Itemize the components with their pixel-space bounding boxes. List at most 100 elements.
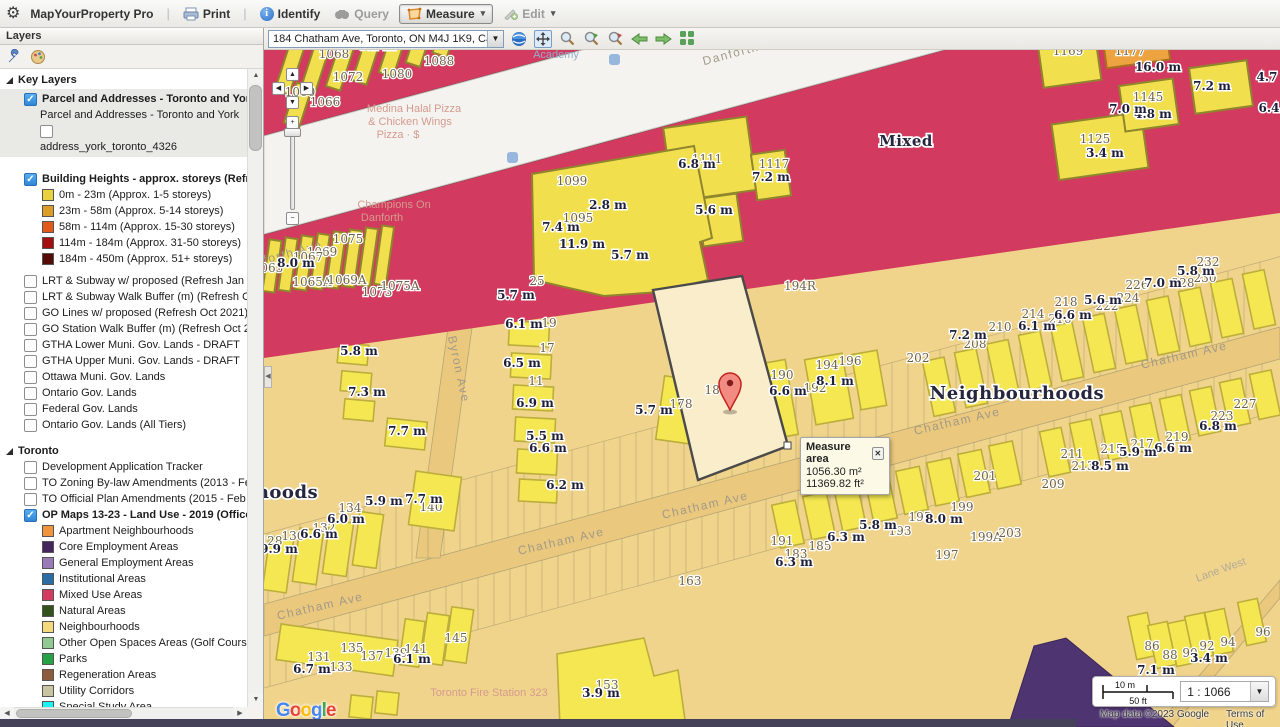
building-height-label: 6.3 m [775,555,813,569]
building-height-label: 3.9 m [582,686,620,700]
pan-down-button[interactable]: ▼ [286,96,299,109]
parcel-number-label: 1099 [557,174,588,188]
transit-icon [507,152,518,163]
address-select[interactable]: 184 Chatham Ave, Toronto, ON M4J 1K9, Ca… [268,30,504,48]
pan-tool-icon[interactable] [534,30,552,48]
panel-horizontal-scrollbar[interactable]: ◀ ▶ [0,707,247,719]
building-height-label: 6.6 m [769,384,807,398]
layer-checkbox[interactable] [24,461,37,474]
palette-icon[interactable] [30,49,46,65]
panel-collapse-arrow[interactable]: ◀ [264,366,272,388]
layer-checkbox[interactable] [24,307,37,320]
parcel-number-label: 1125 [1080,132,1111,146]
app-toolbar: ⚙ MapYourProperty Pro | Print | i Identi… [0,0,1280,28]
chevron-down-icon[interactable]: ▼ [1250,682,1268,701]
layer-checkbox[interactable] [24,493,37,506]
sublayer-checkbox-row[interactable] [0,123,247,139]
panel-vertical-scrollbar[interactable]: ▲ ▼ [247,69,263,707]
layer-item[interactable]: Ontario Gov. Lands [0,385,247,401]
scale-ratio-select[interactable]: 1 : 1066 ▼ [1180,681,1269,702]
zoom-out-tool-icon[interactable] [606,30,624,48]
pan-right-button[interactable]: ▶ [300,82,313,95]
building-height-label: 6.6 m [300,527,338,541]
measure-vertex-handle[interactable] [784,442,791,449]
wrench-icon[interactable] [6,49,22,65]
scroll-up-icon[interactable]: ▲ [249,69,263,83]
layer-checkbox[interactable] [40,125,53,138]
zoom-out-button[interactable]: − [286,212,299,225]
layer-item[interactable]: LRT & Subway Walk Buffer (m) (Refresh Oc… [0,289,247,305]
parcel-number-label: 86 [1144,639,1159,653]
building-height-label: 5.9 m [1119,445,1157,459]
layer-item[interactable]: ✓OP Maps 13-23 - Land Use - 2019 (Office… [0,507,247,523]
parcel-number-label: 190 [771,368,794,382]
scroll-down-icon[interactable]: ▼ [249,693,263,707]
layer-item[interactable]: Ottawa Muni. Gov. Lands [0,369,247,385]
edit-button[interactable]: Edit▾ [499,5,559,23]
google-earth-icon[interactable] [510,30,528,48]
layer-checkbox[interactable] [24,355,37,368]
layer-checkbox[interactable] [24,339,37,352]
zoom-slider-track[interactable] [290,132,295,210]
measure-button[interactable]: Measure▾ [399,4,493,24]
layer-item[interactable]: Development Application Tracker [0,459,247,475]
layer-item[interactable]: ✓Parcel and Addresses - Toronto and York… [0,91,247,107]
parcel-number-label: 227 [1234,397,1257,411]
terms-of-use-link[interactable]: Terms of Use [1226,709,1280,727]
building-height-label: 2.8 m [589,198,627,212]
layer-checkbox[interactable] [24,291,37,304]
measure-popup-title: Measure area [806,441,872,465]
layer-item[interactable]: GTHA Lower Muni. Gov. Lands - DRAFT [0,337,247,353]
layer-checkbox[interactable] [24,477,37,490]
building-height-label: 11.9 m [559,237,605,251]
zoom-in-tool-icon[interactable] [582,30,600,48]
query-button[interactable]: Query [330,5,393,23]
layer-item[interactable]: GO Station Walk Buffer (m) (Refresh Oct … [0,321,247,337]
parcel-number-label: 145 [445,631,468,645]
layer-checkbox[interactable] [24,403,37,416]
layer-checkbox[interactable]: ✓ [24,173,37,186]
measure-area-imperial: 11369.82 ft² [806,478,884,490]
identify-button[interactable]: i Identify [256,5,325,23]
layer-checkbox[interactable] [24,387,37,400]
previous-extent-icon[interactable] [630,30,648,48]
layer-item[interactable]: ✓Building Heights - approx. storeys (Ref… [0,171,247,187]
layer-item[interactable]: GTHA Upper Muni. Gov. Lands - DRAFT [0,353,247,369]
layer-item[interactable]: Ontario Gov. Lands (All Tiers) [0,417,247,433]
print-button[interactable]: Print [179,5,234,23]
layer-sublabel: address_york_toronto_4326 [0,139,247,155]
tree-section-header[interactable]: Key Layers [0,72,247,88]
map-canvas[interactable]: Medina Halal Pizza& Chicken WingsPizza ·… [264,28,1280,727]
parcel-number-label: 163 [679,574,702,588]
layer-checkbox[interactable] [24,371,37,384]
zoom-tool-icon[interactable] [558,30,576,48]
full-extent-icon[interactable] [678,30,696,48]
hscroll-thumb[interactable] [16,709,132,718]
parcel-number-label: 210 [989,320,1012,334]
layer-checkbox[interactable]: ✓ [24,93,37,106]
legend-item: Core Employment Areas [0,539,247,555]
chevron-down-icon[interactable]: ▼ [487,31,503,47]
close-icon[interactable]: ✕ [872,447,884,460]
layer-item[interactable]: GO Lines w/ proposed (Refresh Oct 2021) [0,305,247,321]
layer-item[interactable]: Federal Gov. Lands [0,401,247,417]
layer-item[interactable]: TO Zoning By-law Amendments (2013 - Feb … [0,475,247,491]
next-extent-icon[interactable] [654,30,672,48]
zoom-slider-handle[interactable] [284,128,301,137]
gear-icon: ⚙ [6,6,20,22]
scale-control: 10 m 50 ft 1 : 1066 ▼ [1092,676,1276,707]
layer-item[interactable]: LRT & Subway w/ proposed (Refresh Jan 20… [0,273,247,289]
legend-item: Natural Areas [0,603,247,619]
parcel-number-label: 199A [970,530,1002,544]
layer-checkbox[interactable]: ✓ [24,509,37,522]
parcel-number-label: 218 [1055,295,1078,309]
tree-section-header[interactable]: Toronto [0,443,247,459]
layer-checkbox[interactable] [24,419,37,432]
pan-left-button[interactable]: ◀ [272,82,285,95]
layer-checkbox[interactable] [24,275,37,288]
layer-checkbox[interactable] [24,323,37,336]
vscroll-thumb[interactable] [249,85,262,151]
layer-item[interactable]: TO Official Plan Amendments (2015 - Feb … [0,491,247,507]
building-height-label: 6.2 m [546,478,584,492]
pan-up-button[interactable]: ▲ [286,68,299,81]
